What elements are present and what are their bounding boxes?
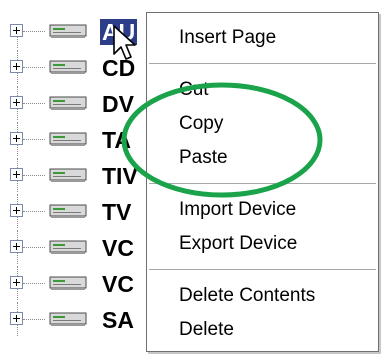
menu-item-paste[interactable]: Paste [147, 143, 378, 173]
tree-item-label[interactable]: DV [100, 91, 136, 117]
menu-item-copy[interactable]: Copy [147, 109, 378, 139]
menu-item-insert-page[interactable]: Insert Page [147, 23, 378, 53]
expand-plus-icon[interactable] [10, 60, 23, 73]
device-icon [49, 168, 87, 182]
device-icon [49, 96, 87, 110]
tree-connector [23, 175, 45, 176]
tree-item-label[interactable]: TV [100, 199, 133, 225]
expand-plus-icon[interactable] [10, 24, 23, 37]
device-icon [49, 276, 87, 290]
menu-item-cut[interactable]: Cut [147, 75, 378, 105]
tree-connector [23, 211, 45, 212]
device-icon [49, 312, 87, 326]
tree-connector [23, 283, 45, 284]
tree-item-label[interactable]: TA [100, 127, 133, 153]
device-icon [49, 240, 87, 254]
expand-plus-icon[interactable] [10, 96, 23, 109]
menu-item-import-device[interactable]: Import Device [147, 195, 378, 225]
tree-connector [23, 247, 45, 248]
expand-plus-icon[interactable] [10, 204, 23, 217]
tree-item-label[interactable]: VC [100, 235, 136, 261]
mouse-pointer-icon [113, 25, 136, 60]
expand-plus-icon[interactable] [10, 276, 23, 289]
tree-connector [23, 319, 45, 320]
tree-connector [23, 31, 45, 32]
menu-item-export-device[interactable]: Export Device [147, 229, 378, 259]
tree-item-label[interactable]: VC [100, 271, 136, 297]
device-icon [49, 204, 87, 218]
tree-connector [23, 67, 45, 68]
menu-item-delete-contents[interactable]: Delete Contents [147, 281, 378, 311]
menu-separator [149, 63, 376, 64]
device-icon [49, 24, 87, 38]
tree-connector [23, 139, 45, 140]
menu-item-delete[interactable]: Delete [147, 315, 378, 345]
device-icon [49, 132, 87, 146]
context-menu: Insert Page Cut Copy Paste Import Device… [146, 12, 379, 352]
tree-connector [23, 103, 45, 104]
expand-plus-icon[interactable] [10, 168, 23, 181]
expand-plus-icon[interactable] [10, 240, 23, 253]
expand-plus-icon[interactable] [10, 132, 23, 145]
tree-item-label[interactable]: SA [100, 307, 136, 333]
tree-item-label[interactable]: TIV [100, 163, 140, 189]
menu-separator [149, 269, 376, 270]
menu-separator [149, 183, 376, 184]
device-icon [49, 60, 87, 74]
expand-plus-icon[interactable] [10, 312, 23, 325]
